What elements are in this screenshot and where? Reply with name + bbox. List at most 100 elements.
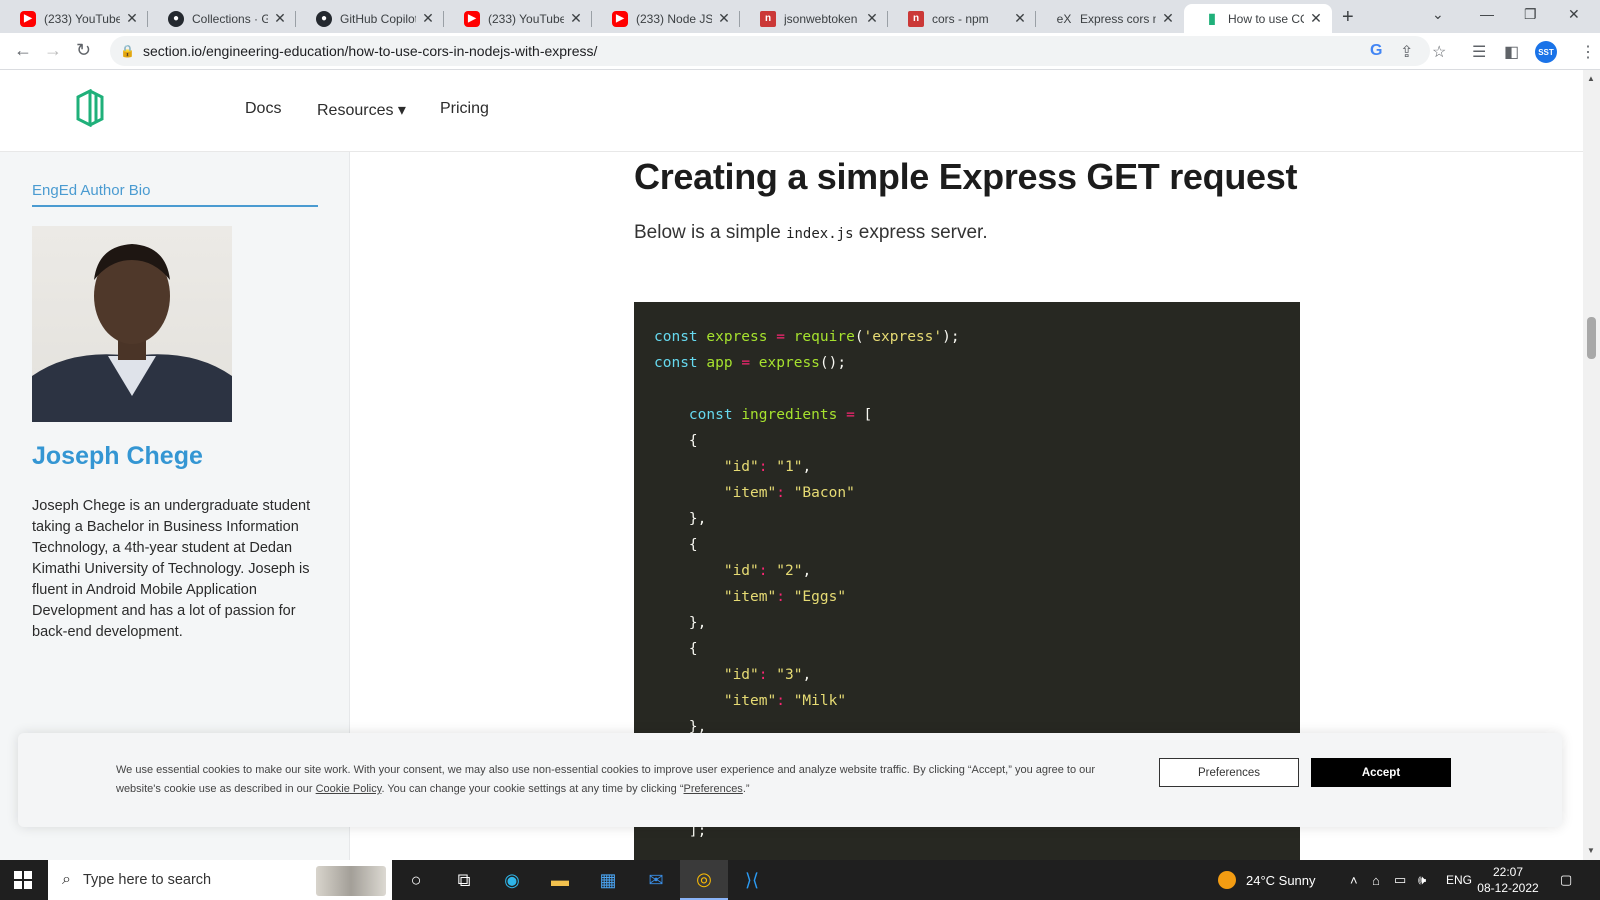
nav-docs[interactable]: Docs (245, 100, 281, 118)
tab-title: GitHub Copilot (340, 11, 416, 26)
taskbar-search-box[interactable]: ⌕ Type here to search (48, 860, 392, 900)
preferences-button[interactable]: Preferences (1159, 758, 1299, 787)
lock-icon: 🔒 (120, 44, 135, 58)
forward-arrow-icon[interactable]: → (44, 40, 62, 61)
cookie-policy-link[interactable]: Cookie Policy (316, 783, 382, 795)
code-line: { (654, 433, 698, 449)
preferences-link[interactable]: Preferences (684, 783, 743, 795)
scroll-down-icon[interactable]: ▼ (1587, 846, 1595, 855)
scroll-up-icon[interactable]: ▲ (1587, 74, 1595, 83)
section-logo[interactable] (75, 89, 105, 127)
restore-button[interactable]: ❐ (1524, 6, 1537, 23)
reading-list-icon[interactable]: ☰ (1472, 42, 1486, 62)
close-icon[interactable]: ✕ (864, 10, 880, 27)
close-icon[interactable]: ✕ (420, 10, 436, 27)
author-name[interactable]: Joseph Chege (32, 442, 203, 471)
section-icon: ▮ (1208, 10, 1216, 26)
code-line: { (654, 537, 698, 553)
code-line: const express = require('express'); (654, 329, 960, 345)
google-icon[interactable]: G (1370, 42, 1382, 60)
bookmark-star-icon[interactable]: ☆ (1432, 42, 1446, 62)
chrome-icon[interactable]: ◎ (680, 860, 728, 900)
menu-kebab-icon[interactable]: ⋮ (1580, 42, 1596, 62)
system-clock[interactable]: 22:07 08-12-2022 (1468, 864, 1548, 896)
article-content: Creating a simple Express GET request Be… (634, 152, 1300, 860)
display-icon[interactable]: ▭ (1394, 860, 1406, 900)
close-icon[interactable]: ✕ (716, 10, 732, 27)
browser-tab[interactable]: ● GitHub Copilot ✕ (296, 4, 444, 33)
windows-start-icon[interactable] (14, 871, 32, 889)
windows-taskbar: ⌕ Type here to search ○ ⧉ ◉ ▬ ▦ ✉ ◎ ⟩⟨ 2… (0, 860, 1600, 900)
mail-icon[interactable]: ✉ (632, 860, 680, 900)
tab-search-icon[interactable]: ⌄ (1432, 6, 1444, 23)
address-bar[interactable]: 🔒 section.io/engineering-education/how-t… (110, 36, 1430, 66)
cookie-text-part: . You can change your cookie settings at… (381, 783, 684, 795)
volume-icon[interactable]: 🕪 (1418, 860, 1426, 900)
task-view-icon[interactable]: ⧉ (440, 860, 488, 900)
github-icon: ● (168, 10, 184, 27)
new-tab-button[interactable]: + (1342, 6, 1354, 29)
close-icon[interactable]: ✕ (272, 10, 288, 27)
tab-title: Collections · Git (192, 11, 268, 26)
close-icon[interactable]: ✕ (124, 10, 140, 27)
browser-tab[interactable]: n cors - npm ✕ (888, 4, 1036, 33)
weather-widget[interactable]: 24°C Sunny (1218, 860, 1316, 900)
browser-tab[interactable]: eX Express cors mi ✕ (1036, 4, 1184, 33)
nav-pricing[interactable]: Pricing (440, 100, 489, 118)
share-icon[interactable]: ⇪ (1400, 42, 1413, 62)
npm-icon: n (908, 10, 924, 27)
scrollbar-thumb[interactable] (1587, 317, 1596, 359)
code-line: "item": "Bacon" (723, 485, 855, 501)
browser-tab-strip: ▶ (233) YouTube ✕ ● Collections · Git ✕ … (0, 0, 1600, 33)
code-line: "id": "2", (723, 563, 812, 579)
tray-overflow-icon[interactable]: ˄ (1350, 860, 1358, 900)
minimize-button[interactable]: — (1480, 6, 1494, 22)
nav-resources[interactable]: Resources ▾ (317, 100, 406, 120)
browser-tab[interactable]: ● Collections · Git ✕ (148, 4, 296, 33)
tab-title: How to use CO (1228, 11, 1304, 26)
browser-tab[interactable]: ▶ (233) YouTube ✕ (444, 4, 592, 33)
close-icon[interactable]: ✕ (1308, 10, 1324, 27)
accept-button[interactable]: Accept (1311, 758, 1451, 787)
network-icon[interactable]: ⌂ (1372, 860, 1380, 900)
inline-code: index.js (786, 226, 854, 242)
author-bio-heading[interactable]: EngEd Author Bio (32, 182, 318, 207)
reload-icon[interactable]: ↻ (76, 40, 91, 61)
notifications-icon[interactable]: ▢ (1560, 860, 1572, 900)
url-text: section.io/engineering-education/how-to-… (142, 43, 598, 59)
close-icon[interactable]: ✕ (1012, 10, 1028, 27)
microsoft-store-icon[interactable]: ▦ (584, 860, 632, 900)
search-icon: ⌕ (62, 871, 71, 888)
close-icon[interactable]: ✕ (568, 10, 584, 27)
browser-tab[interactable]: n jsonwebtoken ✕ (740, 4, 888, 33)
page-scrollbar[interactable]: ▲ ▼ (1583, 70, 1600, 860)
tab-title: Express cors mi (1080, 11, 1156, 26)
tab-title: (233) Node JS i (636, 11, 712, 26)
window-close-button[interactable]: ✕ (1568, 6, 1580, 23)
code-line: }, (654, 615, 707, 631)
cookie-text: We use essential cookies to make our sit… (116, 761, 1106, 799)
profile-avatar[interactable]: SST (1535, 41, 1557, 63)
sun-icon (1218, 871, 1236, 889)
vscode-icon[interactable]: ⟩⟨ (728, 860, 776, 900)
intro-text: express server. (853, 222, 988, 243)
browser-tab[interactable]: ▶ (233) YouTube ✕ (0, 4, 148, 33)
browser-tab-active[interactable]: ▮ How to use CO ✕ (1184, 4, 1332, 33)
close-icon[interactable]: ✕ (1160, 10, 1176, 27)
file-explorer-icon[interactable]: ▬ (536, 860, 584, 900)
tab-title: (233) YouTube (488, 11, 564, 26)
tab-title: (233) YouTube (44, 11, 120, 26)
author-photo (32, 226, 232, 422)
search-placeholder: Type here to search (82, 872, 212, 888)
back-arrow-icon[interactable]: ← (14, 40, 32, 61)
site-header: Docs Resources ▾ Pricing (0, 70, 1583, 152)
side-panel-icon[interactable]: ◧ (1504, 42, 1519, 62)
code-line: }, (654, 511, 707, 527)
browser-tab[interactable]: ▶ (233) Node JS i ✕ (592, 4, 740, 33)
edge-icon[interactable]: ◉ (488, 860, 536, 900)
weather-text: 24°C Sunny (1246, 872, 1316, 888)
tab-title: jsonwebtoken (784, 11, 858, 26)
cortana-icon[interactable]: ○ (392, 860, 440, 900)
express-icon: eX (1056, 11, 1072, 26)
section-heading: Creating a simple Express GET request (634, 156, 1298, 197)
